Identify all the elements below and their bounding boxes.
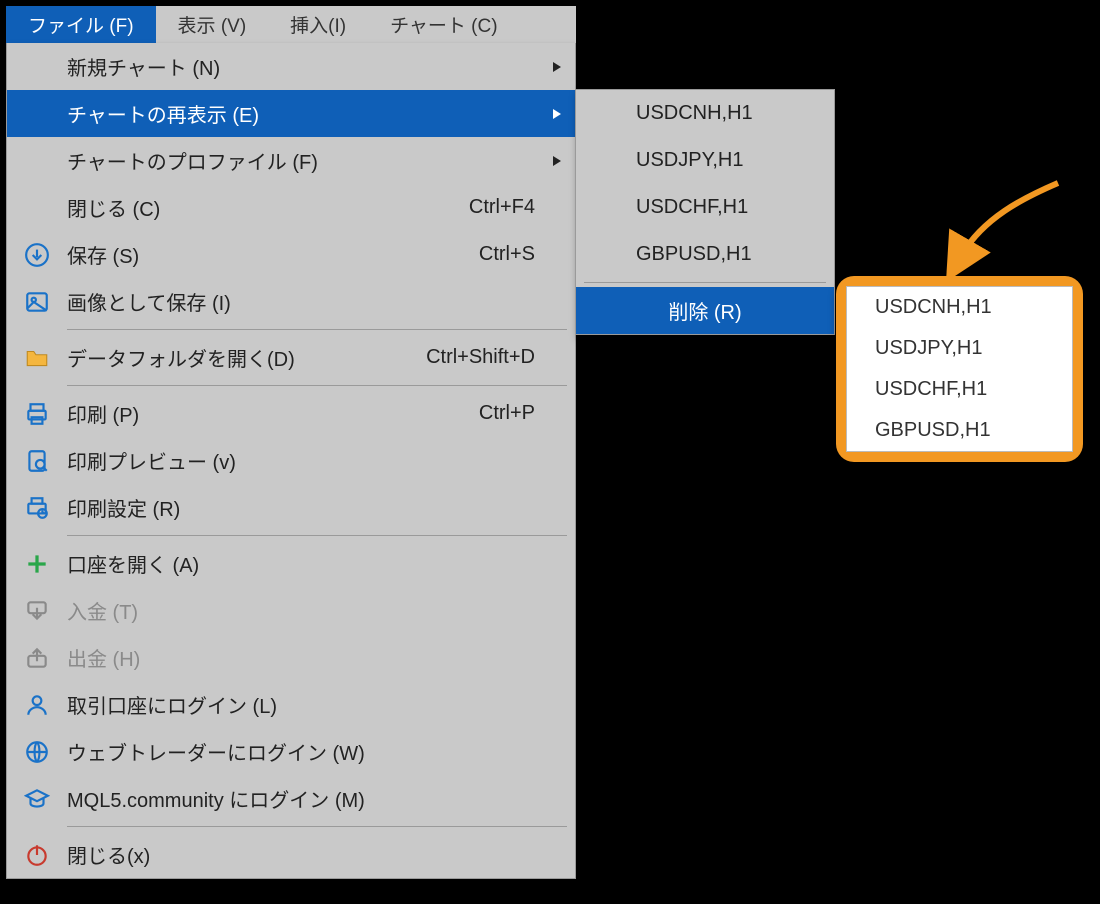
submenu-item-delete[interactable]: 削除 (R) [576,287,834,334]
graduation-cap-icon [7,786,67,812]
chevron-right-icon [553,156,561,166]
print-preview-icon [7,448,67,474]
menu-item-save-image[interactable]: 画像として保存 (I) [7,278,575,325]
shortcut-text: Ctrl+S [479,243,575,266]
popup-item[interactable]: USDJPY,H1 [847,328,1072,369]
menu-bar: ファイル (F) 表示 (V) 挿入(I) チャート (C) [6,6,576,43]
chevron-right-icon [553,109,561,119]
image-icon [7,289,67,315]
menu-item-login-account[interactable]: 取引口座にログイン (L) [7,681,575,728]
menu-tab-insert[interactable]: 挿入(I) [268,6,368,43]
popup-item[interactable]: GBPUSD,H1 [847,410,1072,451]
shortcut-text: Ctrl+P [479,402,575,425]
popup-item[interactable]: USDCHF,H1 [847,369,1072,410]
menu-separator [67,535,567,536]
menu-separator [67,385,567,386]
menu-item-login-mql5[interactable]: MQL5.community にログイン (M) [7,775,575,822]
menu-item-print-preview[interactable]: 印刷プレビュー (v) [7,437,575,484]
download-icon [7,242,67,268]
menu-item-print-setup[interactable]: 印刷設定 (R) [7,484,575,531]
menu-item-save[interactable]: 保存 (S) Ctrl+S [7,231,575,278]
menu-separator [67,329,567,330]
redisplay-chart-submenu: USDCNH,H1 USDJPY,H1 USDCHF,H1 GBPUSD,H1 … [575,89,835,335]
file-menu-dropdown: 新規チャート (N) チャートの再表示 (E) チャートのプロファイル (F) … [6,43,576,879]
menu-item-redisplay-chart[interactable]: チャートの再表示 (E) [7,90,575,137]
menu-separator [67,826,567,827]
annotation-arrow-icon [943,178,1063,278]
menu-tab-chart[interactable]: チャート (C) [368,6,519,43]
menu-item-deposit: 入金 (T) [7,587,575,634]
menu-item-chart-profile[interactable]: チャートのプロファイル (F) [7,137,575,184]
shortcut-text: Ctrl+Shift+D [426,346,575,369]
submenu-item[interactable]: USDCNH,H1 [576,90,834,137]
menu-item-login-webtrader[interactable]: ウェブトレーダーにログイン (W) [7,728,575,775]
plus-icon [7,551,67,577]
withdraw-icon [7,645,67,671]
menu-item-close[interactable]: 閉じる (C) Ctrl+F4 [7,184,575,231]
shortcut-text: Ctrl+F4 [469,196,575,219]
menu-item-print[interactable]: 印刷 (P) Ctrl+P [7,390,575,437]
popup-item[interactable]: USDCNH,H1 [847,287,1072,328]
menu-separator [584,282,826,283]
menu-item-withdraw: 出金 (H) [7,634,575,681]
menu-item-exit[interactable]: 閉じる(x) [7,831,575,878]
chevron-right-icon [553,62,561,72]
menu-tab-file[interactable]: ファイル (F) [6,6,156,43]
user-icon [7,692,67,718]
submenu-item[interactable]: USDJPY,H1 [576,137,834,184]
delete-targets-popup: USDCNH,H1 USDJPY,H1 USDCHF,H1 GBPUSD,H1 [836,276,1083,462]
submenu-item[interactable]: GBPUSD,H1 [576,231,834,278]
menu-item-new-chart[interactable]: 新規チャート (N) [7,43,575,90]
submenu-item[interactable]: USDCHF,H1 [576,184,834,231]
menu-item-open-account[interactable]: 口座を開く (A) [7,540,575,587]
menu-item-open-data-folder[interactable]: データフォルダを開く(D) Ctrl+Shift+D [7,334,575,381]
globe-icon [7,739,67,765]
folder-icon [7,345,67,371]
print-icon [7,401,67,427]
power-icon [7,842,67,868]
deposit-icon [7,598,67,624]
menu-tab-view[interactable]: 表示 (V) [156,6,269,43]
print-settings-icon [7,495,67,521]
